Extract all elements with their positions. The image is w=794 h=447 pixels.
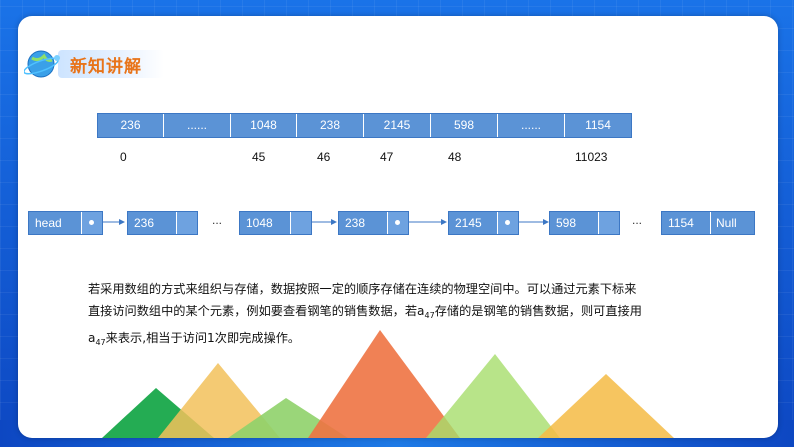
mountain-lime — [426, 354, 560, 438]
decorative-mountains — [102, 330, 674, 438]
mountain-amber — [538, 374, 674, 438]
mountain-orange — [308, 330, 460, 438]
content-panel: 新知讲解 236 ...... 1048 238 2145 598 ......… — [18, 16, 778, 438]
